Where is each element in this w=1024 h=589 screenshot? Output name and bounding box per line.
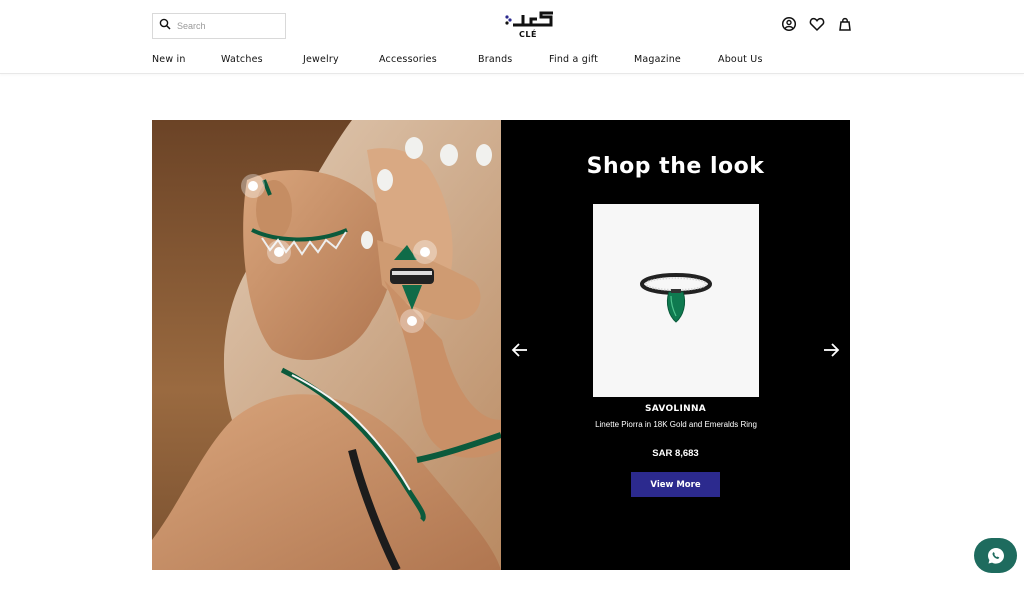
search-input[interactable] bbox=[177, 21, 277, 31]
nav-item-new-in[interactable]: New in bbox=[152, 54, 186, 65]
site-header: CLÉ New in Watches Jewelry Accessories B… bbox=[0, 0, 1024, 74]
shop-the-look-section: Shop the look SAVOLINNA Linette Piorra i… bbox=[152, 120, 850, 570]
hotspot-ear-cuff[interactable] bbox=[241, 174, 265, 198]
hotspot-ring-top[interactable] bbox=[413, 240, 437, 264]
product-panel: Shop the look SAVOLINNA Linette Piorra i… bbox=[501, 120, 850, 570]
nav-item-magazine[interactable]: Magazine bbox=[634, 54, 681, 65]
product-price: SAR 8,683 bbox=[652, 448, 699, 459]
panel-title: Shop the look bbox=[586, 154, 765, 179]
prev-arrow-icon[interactable] bbox=[511, 342, 529, 358]
hotspot-earring[interactable] bbox=[267, 240, 291, 264]
heart-icon[interactable] bbox=[809, 16, 825, 32]
product-image[interactable] bbox=[593, 204, 759, 397]
logo-icon bbox=[505, 11, 553, 27]
main-nav: New in Watches Jewelry Accessories Brand… bbox=[0, 54, 1024, 68]
nav-item-find-a-gift[interactable]: Find a gift bbox=[549, 54, 598, 65]
site-logo[interactable]: CLÉ bbox=[498, 9, 558, 41]
shopping-bag-icon[interactable] bbox=[837, 16, 853, 32]
next-arrow-icon[interactable] bbox=[822, 342, 840, 358]
view-more-button[interactable]: View More bbox=[631, 472, 720, 497]
nav-item-jewelry[interactable]: Jewelry bbox=[303, 54, 339, 65]
nav-item-watches[interactable]: Watches bbox=[221, 54, 263, 65]
nav-item-accessories[interactable]: Accessories bbox=[379, 54, 437, 65]
account-icon[interactable] bbox=[781, 16, 797, 32]
model-photo bbox=[152, 120, 501, 570]
search-icon bbox=[159, 17, 171, 35]
whatsapp-chat-button[interactable] bbox=[974, 538, 1017, 573]
nav-item-brands[interactable]: Brands bbox=[478, 54, 512, 65]
whatsapp-icon bbox=[987, 547, 1004, 564]
search-box[interactable] bbox=[152, 13, 286, 39]
nav-item-about-us[interactable]: About Us bbox=[718, 54, 763, 65]
product-brand: SAVOLINNA bbox=[644, 404, 707, 414]
product-name: Linette Piorra in 18K Gold and Emeralds … bbox=[595, 420, 757, 429]
model-photo-illustration bbox=[152, 120, 501, 570]
hotspot-ring-bottom[interactable] bbox=[400, 309, 424, 333]
logo-text: CLÉ bbox=[519, 30, 537, 39]
ring-icon bbox=[640, 272, 712, 323]
